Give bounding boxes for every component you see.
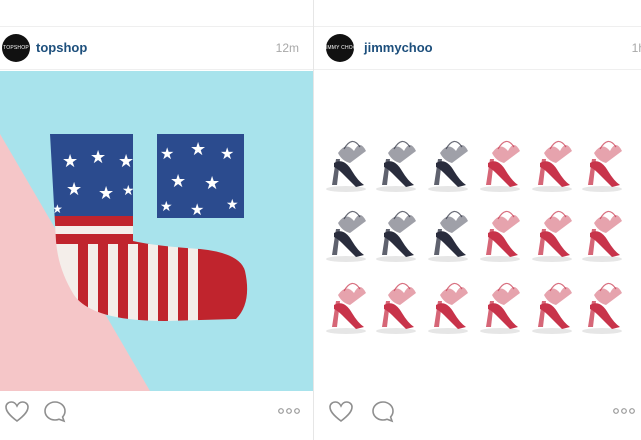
shoe-image [531,140,573,193]
post-topshop: TOPSHOP topshop 12m ★ ★ ★ ★ ★ ★ ★ ★ ★ ★ … [0,0,313,440]
svg-text:★: ★ [204,173,220,193]
post-header: TOPSHOP topshop 12m [0,26,313,70]
shoe-image [531,210,573,263]
svg-text:★: ★ [226,196,239,212]
shoe-image [325,282,367,335]
heart-icon[interactable] [328,399,354,425]
svg-text:★: ★ [190,202,204,219]
shoe-image [427,210,469,263]
comment-icon[interactable] [370,399,396,425]
shoe-image [581,210,623,263]
more-options-icon[interactable] [277,406,301,416]
username-link[interactable]: topshop [36,40,87,55]
svg-text:★: ★ [98,183,114,203]
timestamp: 1h [631,41,641,55]
shoe-image [479,282,521,335]
shoe-image [427,282,469,335]
shoe-image [375,210,417,263]
avatar[interactable]: TOPSHOP [2,34,30,62]
shoe-image [375,282,417,335]
shoe-image [531,282,573,335]
shoe-image [325,140,367,193]
svg-text:★: ★ [122,182,135,198]
avatar[interactable]: JIMMY CHOO [326,34,354,62]
shoes-photo [325,140,623,335]
svg-text:★: ★ [118,151,134,171]
shoe-image [581,140,623,193]
post-image[interactable] [314,71,641,391]
shoe-image [427,140,469,193]
more-options-icon[interactable] [612,406,636,416]
svg-text:★: ★ [160,198,173,214]
svg-text:★: ★ [66,179,82,199]
svg-text:★: ★ [62,151,78,171]
shoe-image [325,210,367,263]
action-bar [314,391,641,440]
shoe-image [375,140,417,193]
shoe-image [479,140,521,193]
timestamp: 12m [275,41,299,55]
post-image[interactable]: ★ ★ ★ ★ ★ ★ ★ ★ ★ ★ ★ ★ ★ ★ ★ [0,71,313,391]
post-jimmychoo: JIMMY CHOO jimmychoo 1h [314,0,641,440]
username-link[interactable]: jimmychoo [364,40,433,55]
shoe-image [581,282,623,335]
svg-text:★: ★ [90,147,106,167]
socks-photo: ★ ★ ★ ★ ★ ★ ★ ★ ★ ★ ★ ★ ★ ★ ★ [0,71,313,391]
svg-text:★: ★ [220,146,234,163]
heart-icon[interactable] [4,399,30,425]
shoe-image [479,210,521,263]
action-bar [0,391,313,440]
comment-icon[interactable] [42,399,68,425]
svg-text:★: ★ [170,171,186,191]
post-header: JIMMY CHOO jimmychoo 1h [314,26,641,70]
svg-text:★: ★ [190,139,206,159]
svg-text:★: ★ [160,146,174,163]
